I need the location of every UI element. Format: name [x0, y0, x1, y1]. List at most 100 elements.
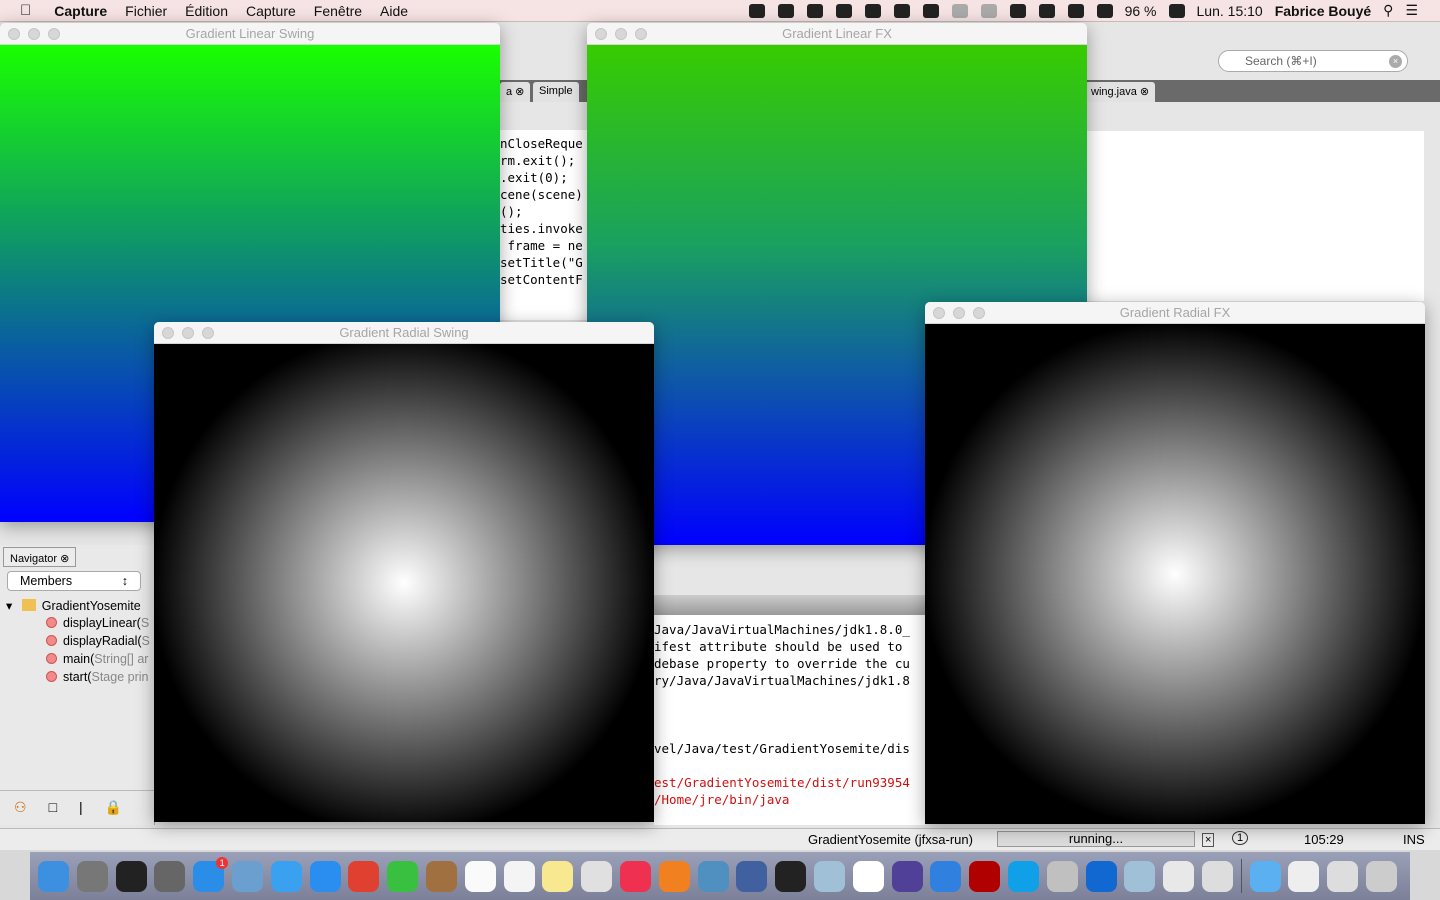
display-icon[interactable] [922, 3, 939, 18]
window-gradient-radial-swing: Gradient Radial Swing [154, 322, 654, 822]
editor-tab[interactable]: a ⊗ [500, 82, 531, 102]
cube-icon[interactable] [813, 860, 845, 892]
editor-area[interactable] [1087, 131, 1424, 301]
menu-fenetre[interactable]: Fenêtre [305, 3, 371, 19]
navigator-tab[interactable]: Navigator ⊗ [3, 547, 77, 567]
downloads-folder-icon[interactable] [1249, 860, 1281, 892]
filter-private-icon[interactable]: 🔒 [105, 799, 122, 817]
close-button[interactable] [933, 307, 945, 319]
eclipse-icon[interactable] [891, 860, 923, 892]
notifications-badge[interactable]: 1 [1232, 831, 1249, 845]
minimize-button[interactable] [28, 28, 40, 40]
tree-root[interactable]: ▾ GradientYosemite [6, 598, 141, 613]
code-line: (); [500, 204, 523, 219]
calendar-icon[interactable] [464, 860, 496, 892]
navigator-member[interactable]: main(String[] ar [46, 652, 148, 666]
cube2-icon[interactable] [1124, 860, 1156, 892]
google-drive-icon[interactable] [777, 3, 794, 18]
skype-icon[interactable] [1007, 860, 1039, 892]
keyboard-icon[interactable] [1096, 3, 1113, 18]
zoom-button[interactable] [48, 28, 60, 40]
screenshot-icon[interactable] [1327, 860, 1359, 892]
close-button[interactable] [595, 28, 607, 40]
spotlight-icon[interactable]: ⚲ [1383, 2, 1393, 19]
battery-percent[interactable]: 96 % [1125, 3, 1157, 19]
filter-fields-icon[interactable]: □ [49, 799, 57, 817]
menu-aide[interactable]: Aide [371, 3, 417, 19]
messages-icon[interactable] [270, 860, 302, 892]
volume-icon[interactable] [1038, 3, 1055, 18]
itunes-icon[interactable] [619, 860, 651, 892]
terminal-icon[interactable] [775, 860, 807, 892]
chrome-icon[interactable] [348, 860, 380, 892]
zoom-button[interactable] [973, 307, 985, 319]
finder-icon[interactable] [38, 860, 69, 892]
app-store-icon[interactable]: 1 [193, 856, 229, 892]
input-menu-icon[interactable] [1168, 3, 1185, 18]
search-input[interactable]: Search (⌘+I) × [1218, 50, 1408, 72]
close-button[interactable] [8, 28, 20, 40]
minimize-button[interactable] [953, 307, 965, 319]
iphoto-icon[interactable] [697, 860, 729, 892]
scissors-icon[interactable] [1201, 860, 1233, 892]
clock[interactable]: Lun. 15:10 [1197, 3, 1263, 19]
filter-static-icon[interactable]: | [79, 799, 83, 817]
clear-search-icon[interactable]: × [1389, 55, 1402, 68]
editor-tab[interactable]: wing.java ⊗ [1085, 82, 1156, 102]
activity-icon[interactable] [115, 860, 147, 892]
zoom-button[interactable] [635, 28, 647, 40]
minimize-button[interactable] [615, 28, 627, 40]
java-icon[interactable] [1163, 860, 1195, 892]
zoom-button[interactable] [202, 327, 214, 339]
filezilla-icon[interactable] [969, 860, 1001, 892]
code-editor[interactable]: nCloseReque rm.exit(); .exit(0); cene(scene… [500, 130, 587, 320]
document-icon[interactable] [1288, 860, 1320, 892]
memory-icon[interactable] [893, 3, 910, 18]
trash-icon[interactable] [1365, 860, 1397, 892]
battery-icon[interactable] [1067, 3, 1084, 18]
system-preferences-icon[interactable] [154, 860, 186, 892]
menu-capture[interactable]: Capture [237, 3, 305, 19]
preview-icon[interactable] [231, 860, 263, 892]
navigator-member[interactable]: start(Stage prin [46, 670, 148, 684]
window-title: Gradient Radial Swing [339, 325, 469, 340]
bluetooth-icon[interactable] [980, 3, 997, 18]
editor-tab[interactable]: Simple [533, 82, 579, 102]
time-machine-icon[interactable] [951, 3, 968, 18]
running-task: GradientYosemite (jfxsa-run) [808, 832, 973, 847]
dropbox-icon[interactable] [748, 3, 765, 18]
wifi-icon[interactable] [1009, 3, 1026, 18]
menu-app[interactable]: Capture [45, 3, 116, 19]
navigator-member[interactable]: displayRadial(S [46, 634, 150, 648]
bootcamp-icon[interactable] [1046, 860, 1078, 892]
close-button[interactable] [162, 327, 174, 339]
xcode-icon[interactable] [930, 860, 962, 892]
members-select[interactable]: Members ↕ [7, 571, 141, 591]
cancel-task-icon[interactable]: × [1202, 833, 1215, 847]
contacts-icon[interactable] [425, 860, 457, 892]
output-console[interactable]: Java/JavaVirtualMachines/jdk1.8.0_ ifest … [654, 615, 925, 825]
hand-icon[interactable] [852, 860, 884, 892]
notification-center-icon[interactable]: ☰ [1405, 2, 1418, 19]
facetime-icon[interactable] [387, 860, 419, 892]
safari-icon[interactable] [309, 860, 341, 892]
apple-menu-icon[interactable]:  [0, 2, 45, 19]
minimize-button[interactable] [182, 327, 194, 339]
teamviewer-icon[interactable] [864, 3, 881, 18]
spiral-icon[interactable] [806, 3, 823, 18]
ibooks-icon[interactable] [658, 860, 690, 892]
menu-fichier[interactable]: Fichier [116, 3, 176, 19]
user-menu[interactable]: Fabrice Bouyé [1275, 3, 1371, 19]
virtualbox-icon[interactable] [736, 860, 768, 892]
reminders-icon[interactable] [503, 860, 535, 892]
ghost-icon[interactable] [835, 3, 852, 18]
photos-icon[interactable] [581, 860, 613, 892]
badge: 1 [216, 856, 229, 869]
teamviewer-icon[interactable] [1085, 860, 1117, 892]
filter-inherited-icon[interactable]: ⚇ [14, 799, 27, 817]
code-line: cene(scene) [500, 187, 583, 202]
menu-edition[interactable]: Édition [176, 3, 237, 19]
launchpad-icon[interactable] [76, 860, 108, 892]
navigator-member[interactable]: displayLinear(S [46, 616, 149, 630]
notes-icon[interactable] [542, 860, 574, 892]
